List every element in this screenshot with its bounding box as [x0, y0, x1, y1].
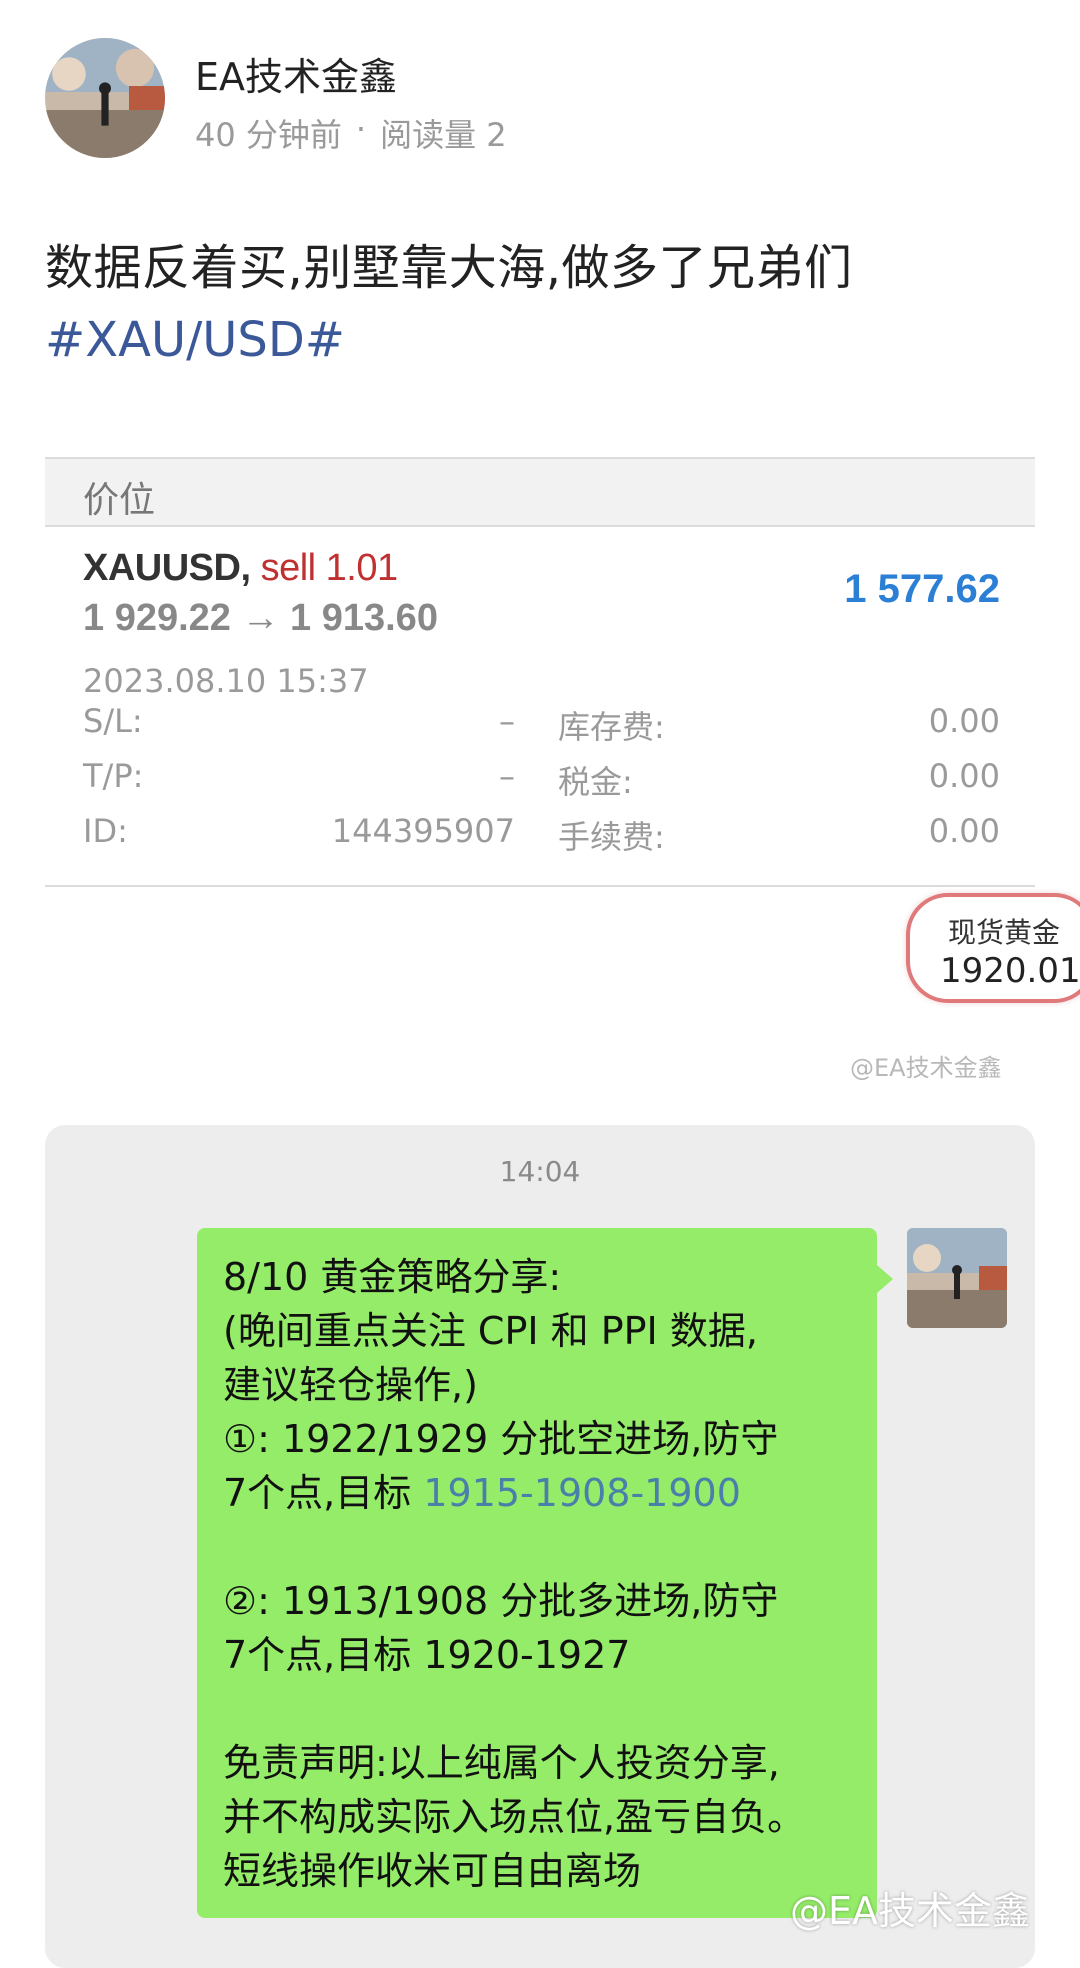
chat-bubble: 8/10 黄金策略分享: (晚间重点关注 CPI 和 PPI 数据, 建议轻仓操…: [197, 1228, 877, 1918]
spot-gold-label: 现货黄金: [948, 916, 1061, 949]
row-value: –: [499, 757, 515, 795]
trade-symbol: XAUUSD,: [83, 547, 251, 589]
trade-time: 2023.08.10 15:37: [83, 662, 369, 700]
meta-separator: ·: [355, 110, 367, 148]
message-line: 短线操作收米可自由离场: [223, 1849, 642, 1893]
row-key: 手续费:: [558, 818, 665, 856]
row-value: 0.00: [928, 702, 1000, 740]
post-meta: 40 分钟前 · 阅读量 2: [195, 110, 507, 156]
chat-message: 8/10 黄金策略分享: (晚间重点关注 CPI 和 PPI 数据, 建议轻仓操…: [223, 1250, 805, 1898]
row-key: S/L:: [83, 702, 143, 740]
chat-screenshot: 14:04 8/10 黄金策略分享: (晚间重点关注 CPI 和 PPI 数据,…: [45, 1125, 1035, 1968]
line-prefix: 7个点,目标: [223, 1471, 424, 1515]
chat-timestamp: 14:04: [499, 1155, 581, 1188]
target-link[interactable]: 1915-1908-1900: [423, 1471, 741, 1515]
avatar-image: [45, 38, 165, 158]
trade-symbol-line: XAUUSD, sell 1.01: [83, 547, 398, 590]
message-line: ①: 1922/1929 分批空进场,防守: [223, 1417, 779, 1461]
message-line: (晚间重点关注 CPI 和 PPI 数据,: [223, 1309, 758, 1353]
row-value: 144395907: [331, 812, 515, 850]
message-line: 7个点,目标 1920-1927: [223, 1633, 631, 1677]
author-avatar[interactable]: [45, 38, 165, 158]
image-watermark: @EA技术金鑫: [850, 1054, 1002, 1082]
author-name[interactable]: EA技术金鑫: [195, 46, 397, 101]
trade-card-header: 价位: [45, 457, 1035, 527]
footer-watermark: @EA技术金鑫: [790, 1889, 1031, 1933]
trade-profit: 1 577.62: [844, 567, 1000, 611]
bubble-tail: [877, 1265, 893, 1293]
hashtag-link[interactable]: #XAU/USD#: [45, 312, 345, 368]
trade-card: 价位 XAUUSD, sell 1.01 1 929.22 → 1 913.60…: [45, 457, 1035, 890]
trade-row-id: ID: 144395907 手续费: 0.00: [83, 812, 1000, 862]
message-line: 建议轻仓操作,): [223, 1363, 478, 1407]
price-header-label: 价位: [83, 480, 156, 521]
read-count: 阅读量 2: [380, 116, 507, 154]
card-divider: [45, 885, 1035, 887]
row-value: 0.00: [928, 812, 1000, 850]
row-key: 税金:: [558, 763, 633, 801]
message-line: 并不构成实际入场点位,盈亏自负。: [223, 1795, 806, 1839]
trade-row-tp: T/P: – 税金: 0.00: [83, 757, 1000, 807]
trade-prices: 1 929.22 → 1 913.60: [83, 597, 438, 639]
row-value: 0.00: [928, 757, 1000, 795]
spot-gold-value: 1920.01: [940, 951, 1080, 991]
chat-avatar[interactable]: [907, 1228, 1007, 1328]
message-line: 7个点,目标 1915-1908-1900: [223, 1466, 805, 1520]
message-line: 免责声明:以上纯属个人投资分享,: [223, 1741, 780, 1785]
trade-row-sl: S/L: – 库存费: 0.00: [83, 702, 1000, 752]
row-key: 库存费:: [558, 708, 665, 746]
trade-side: sell 1.01: [260, 547, 399, 589]
chat-avatar-image: [907, 1228, 1007, 1328]
time-ago: 40 分钟前: [195, 116, 342, 154]
row-key: ID:: [83, 812, 128, 850]
row-key: T/P:: [83, 757, 144, 795]
message-line: ②: 1913/1908 分批多进场,防守: [223, 1579, 779, 1623]
spot-gold-badge[interactable]: 现货黄金 1920.01: [906, 893, 1080, 1003]
row-value: –: [499, 702, 515, 740]
message-line: 8/10 黄金策略分享:: [223, 1255, 562, 1299]
post-text: 数据反着买,别墅靠大海,做多了兄弟们: [45, 240, 853, 296]
